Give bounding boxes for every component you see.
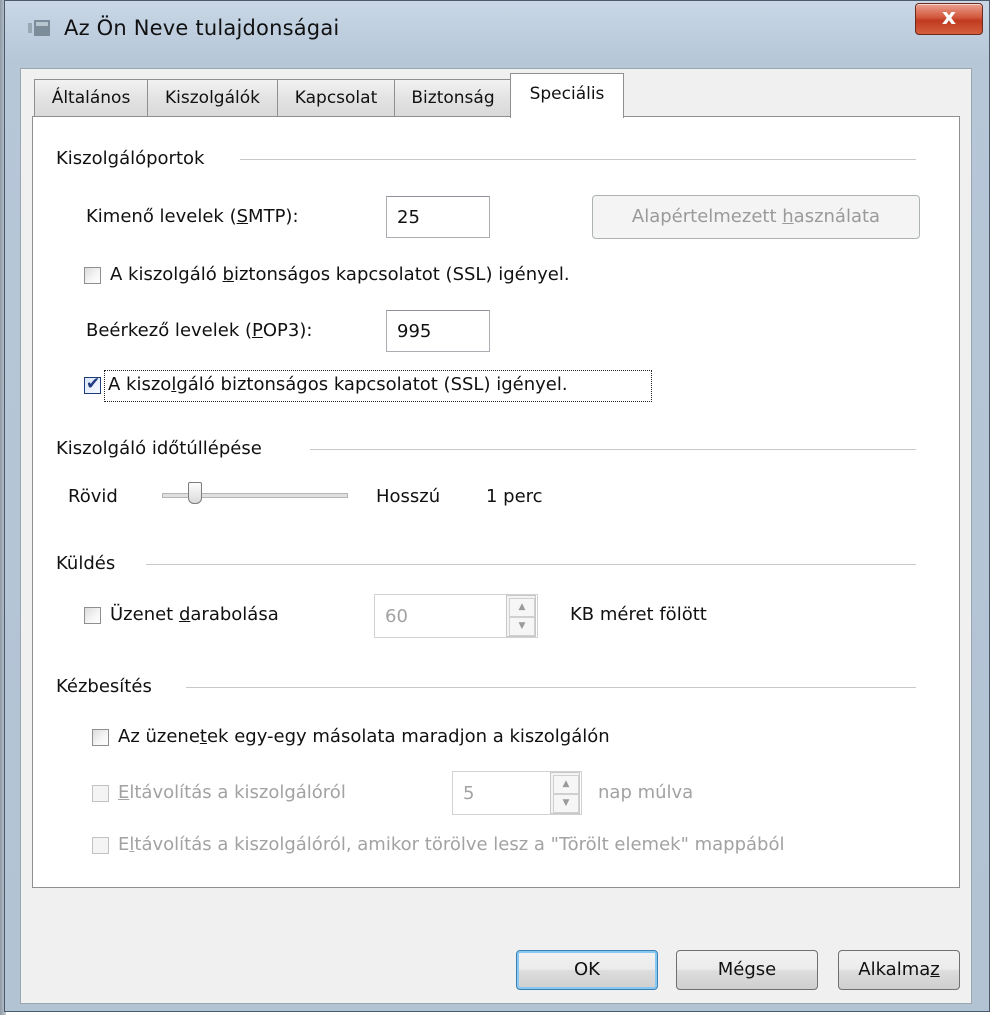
remove-on-delete-checkbox[interactable] (92, 837, 109, 854)
ssl-incoming-label: A kiszolgáló biztonságos kapcsolatot (SS… (108, 374, 568, 395)
timeout-long-label: Hosszú (376, 486, 441, 507)
tab-kapcsolat[interactable]: Kapcsolat (277, 79, 395, 116)
outgoing-port-input[interactable]: 25 (386, 196, 490, 238)
spin-up-icon[interactable]: ▲ (509, 598, 535, 617)
remove-after-checkbox[interactable] (92, 785, 109, 802)
apply-button[interactable]: Alkalmaz (838, 950, 960, 990)
group-title-ports: Kiszolgálóportok (56, 148, 215, 169)
tab-label: Speciális (529, 84, 605, 104)
spin-down-icon[interactable]: ▼ (509, 617, 535, 636)
timeout-value-label: 1 perc (486, 486, 543, 507)
group-divider (310, 449, 916, 450)
group-divider (186, 687, 916, 688)
spin-up-icon[interactable]: ▲ (553, 775, 579, 794)
remove-on-delete-label: Eltávolítás a kiszolgálóról, amikor törö… (118, 834, 785, 855)
ssl-outgoing-label: A kiszolgáló biztonságos kapcsolatot (SS… (110, 264, 570, 285)
outgoing-port-label: Kimenő levelek (SMTP): (86, 206, 299, 227)
split-size-unit: KB méret fölött (570, 604, 707, 625)
remove-days-unit: nap múlva (598, 782, 694, 803)
tab-label: Általános (51, 88, 131, 108)
tab-specialis[interactable]: Speciális (510, 73, 624, 118)
split-size-spinner[interactable]: ▲ ▼ (506, 595, 536, 637)
group-divider (240, 159, 916, 160)
incoming-port-label: Beérkező levelek (POP3): (86, 320, 313, 341)
window-title: Az Ön Neve tulajdonságai (64, 16, 340, 40)
keep-copy-checkbox[interactable] (92, 729, 109, 746)
remove-days-spinner[interactable]: ▲ ▼ (550, 772, 580, 814)
split-message-label: Üzenet darabolása (110, 604, 279, 625)
check-icon: ✔ (86, 374, 101, 394)
tab-biztonsag[interactable]: Biztonság (394, 79, 512, 116)
split-message-checkbox[interactable] (84, 607, 101, 624)
tab-altalanos[interactable]: Általános (34, 79, 148, 116)
group-divider (146, 564, 916, 565)
tab-kiszolgalok[interactable]: Kiszolgálók (147, 79, 278, 116)
close-icon: x (941, 5, 957, 30)
timeout-short-label: Rövid (68, 486, 118, 507)
cancel-button[interactable]: Mégse (676, 950, 818, 990)
group-title-delivery: Kézbesítés (56, 676, 162, 697)
close-button[interactable]: x (915, 3, 983, 35)
remove-after-label: Eltávolítás a kiszolgálóról (118, 782, 346, 803)
group-title-timeout: Kiszolgáló időtúllépése (56, 438, 272, 459)
use-default-button[interactable]: Alapértelmezett használata (592, 195, 920, 239)
ok-button[interactable]: OK (516, 950, 658, 990)
keep-copy-label: Az üzenetek egy-egy másolata maradjon a … (118, 726, 610, 747)
tab-label: Biztonság (411, 88, 495, 108)
spin-down-icon[interactable]: ▼ (553, 794, 579, 813)
group-title-sending: Küldés (56, 553, 126, 574)
timeout-slider-thumb[interactable] (187, 482, 202, 504)
tab-label: Kapcsolat (294, 88, 378, 108)
app-icon (28, 20, 50, 36)
incoming-port-input[interactable]: 995 (386, 310, 490, 352)
ssl-outgoing-checkbox[interactable] (84, 267, 101, 284)
tab-label: Kiszolgálók (165, 88, 260, 108)
ssl-incoming-checkbox[interactable]: ✔ (84, 374, 101, 394)
